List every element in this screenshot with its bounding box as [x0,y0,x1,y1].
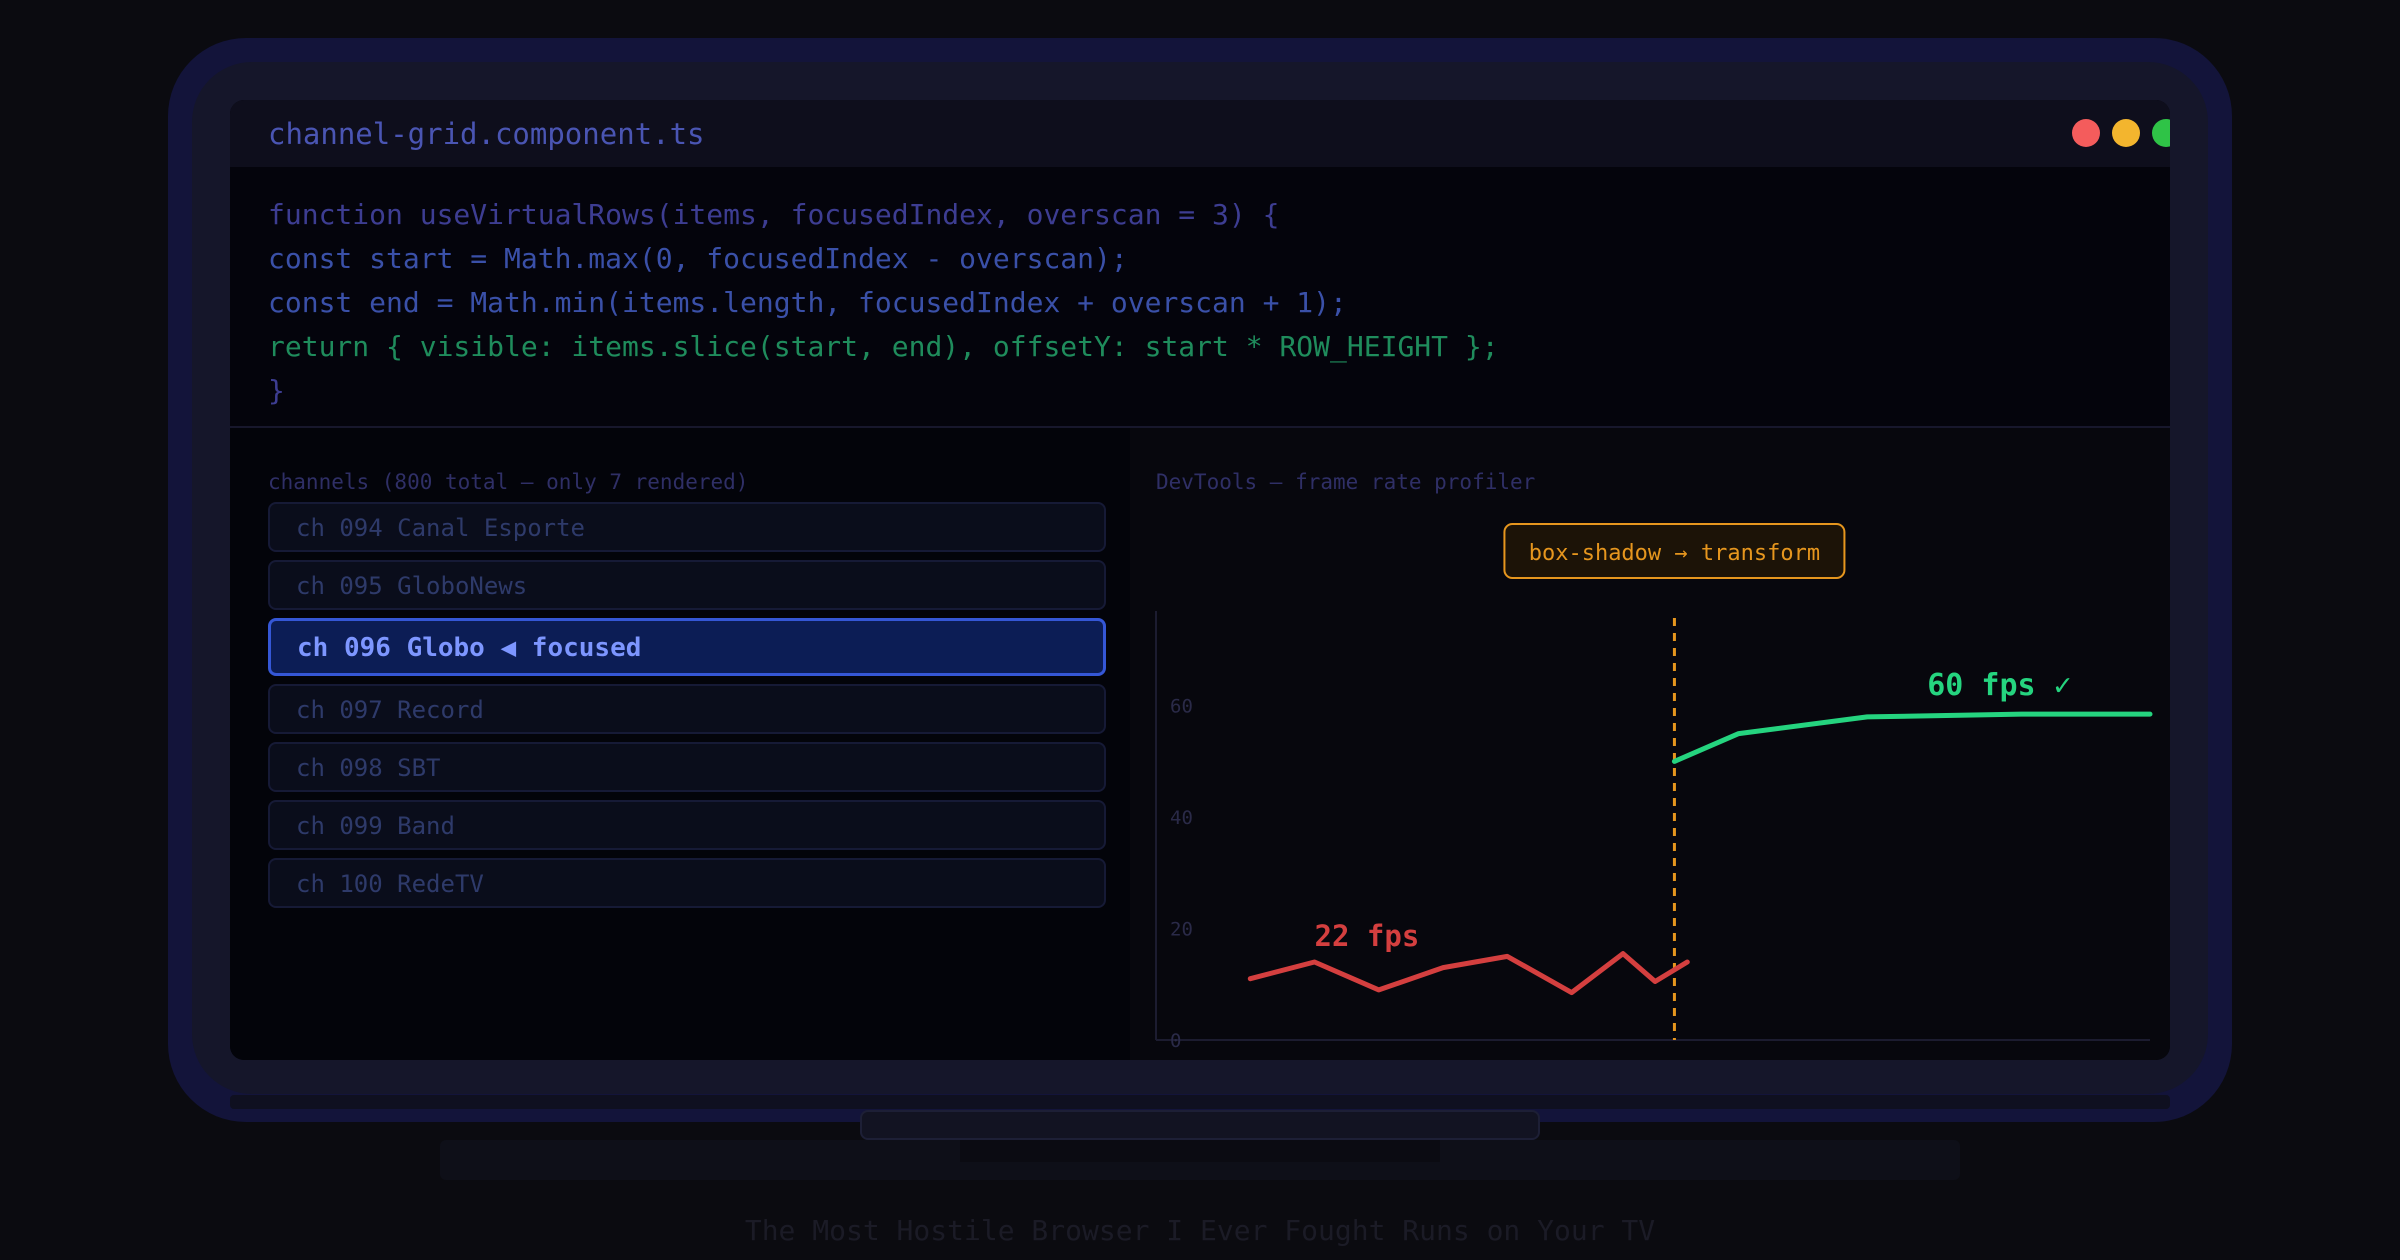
code-line: const start = Math.max(0, focusedIndex -… [268,242,1128,275]
series-label: 60 fps ✓ [1927,668,2071,703]
channel-list-pane: channels (800 total — only 7 rendered) c… [230,428,1130,1060]
code-line: } [268,374,285,407]
y-tick-label: 60 [1170,696,1193,718]
editor-filename: channel-grid.component.ts [268,117,705,151]
channel-label: ch 098 SBT [296,754,441,782]
annotation-label: box-shadow → transform [1529,541,1820,566]
maximize-dot[interactable] [2152,119,2170,147]
channel-label: ch 094 Canal Esporte [296,514,585,542]
y-tick-label: 40 [1170,807,1193,829]
y-tick-label: 0 [1170,1030,1181,1052]
y-tick-label: 20 [1170,919,1193,941]
channel-row[interactable]: ch 100 RedeTV [268,858,1106,908]
monitor-stand-neck [860,1110,1540,1140]
channel-row-focused[interactable]: ch 096 Globo ◀ focused [268,618,1106,676]
code-line: return { visible: items.slice(start, end… [268,330,1499,363]
series-line [1671,711,2153,764]
frame-rate-chart: 0 20 40 60 box-shadow → transform 22 fps 60 fp… [1155,523,2153,1052]
channel-row[interactable]: ch 097 Record [268,684,1106,734]
series-label: 22 fps [1315,919,1420,953]
editor-titlebar: channel-grid.component.ts [230,100,2170,167]
channel-label: ch 099 Band [296,812,455,840]
channel-row[interactable]: ch 094 Canal Esporte [268,502,1106,552]
channel-label: ch 096 Globo ◀ focused [297,633,642,663]
close-dot[interactable] [2072,119,2100,147]
code-line: function useVirtualRows(items, focusedIn… [268,198,1280,231]
channel-row[interactable]: ch 099 Band [268,800,1106,850]
channel-list-caption: channels (800 total — only 7 rendered) [268,470,749,494]
minimize-dot[interactable] [2112,119,2140,147]
series-line [1247,951,1690,996]
monitor-stand-notch [960,1140,1440,1162]
channel-label: ch 097 Record [296,696,484,724]
channel-row[interactable]: ch 095 GloboNews [268,560,1106,610]
channel-label: ch 100 RedeTV [296,870,484,898]
monitor-chin [230,1095,2170,1109]
page-caption: The Most Hostile Browser I Ever Fought R… [744,1214,1656,1247]
profiler-pane: DevTools — frame rate profiler 0 20 40 60 bo… [1130,428,2170,1060]
channel-label: ch 095 GloboNews [296,572,528,600]
channel-row[interactable]: ch 098 SBT [268,742,1106,792]
monitor-screen: channel-grid.component.ts function useVi… [230,100,2170,1060]
code-line: const end = Math.min(items.length, focus… [268,286,1347,319]
